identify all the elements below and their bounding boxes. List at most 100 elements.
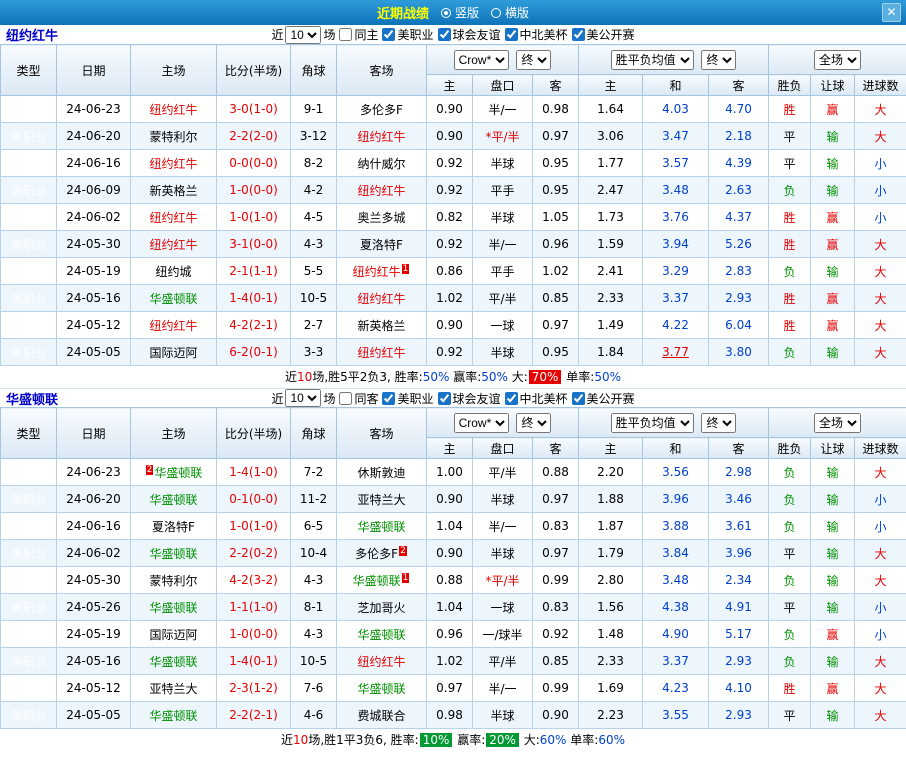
match-score: 2-1(1-1) (229, 264, 278, 278)
match-row: 美职业24-06-16纽约红牛0-0(0-0)8-2纳什威尔0.92半球0.95… (1, 150, 906, 177)
handicap-result-cell: 赢 (811, 204, 855, 231)
euro-final-select[interactable]: 终 (701, 413, 736, 433)
home-team-name: 夏洛特F (152, 520, 195, 534)
away-team-cell: 芝加哥火 (337, 594, 427, 621)
goals-cell: 大 (855, 567, 906, 594)
ah-line: 半球 (490, 493, 514, 507)
match-score: 2-3(1-2) (229, 681, 278, 695)
close-button[interactable]: ✕ (882, 3, 901, 22)
league-filter-mls[interactable]: 美职业 (380, 26, 433, 43)
full-match-select[interactable]: 全场 (814, 413, 861, 433)
eu-draw-odds-cell: 3.48 (643, 567, 709, 594)
match-date: 24-05-19 (66, 264, 120, 278)
away-team-cell: 华盛顿联1 (337, 567, 427, 594)
league-cell: 美职业 (1, 621, 57, 648)
us-open-cup-checkbox[interactable] (572, 28, 585, 41)
match-row: 美职业24-05-12纽约红牛4-2(2-1)2-7新英格兰0.90一球0.97… (1, 312, 906, 339)
eu-draw-odds: 3.96 (662, 492, 689, 506)
league-filter-us-open-cup[interactable]: 美公开赛 (570, 390, 635, 407)
eu-draw-odds-cell: 3.77 (643, 339, 709, 366)
home-team-cell: 蒙特利尔 (131, 123, 217, 150)
wdl-cell: 负 (769, 621, 811, 648)
wdl-cell: 负 (769, 648, 811, 675)
wdl-cell: 胜 (769, 675, 811, 702)
bookmaker-select[interactable]: Crow* (454, 413, 509, 433)
match-count-select[interactable]: 10 (285, 26, 321, 44)
league-filter-concacaf-cup[interactable]: 中北美杯 (503, 390, 568, 407)
ah-line-cell: 一球 (473, 312, 533, 339)
league-filter-us-open-cup[interactable]: 美公开赛 (570, 26, 635, 43)
eu-home-odds-cell: 2.47 (579, 177, 643, 204)
club-friendly-checkbox[interactable] (438, 392, 451, 405)
corner-score: 10-4 (300, 546, 327, 560)
near-label: 近 (271, 26, 283, 43)
same-venue-filter[interactable]: 同主 (337, 26, 378, 43)
eu-draw-odds: 3.47 (662, 129, 689, 143)
eu-draw-odds: 3.76 (662, 210, 689, 224)
eu-draw-odds: 3.48 (662, 573, 689, 587)
match-row: 美职业24-06-09新英格兰1-0(0-0)4-2纽约红牛0.92平手0.95… (1, 177, 906, 204)
euro-avg-select[interactable]: 胜平负均值 (611, 50, 694, 70)
ah-home-odds-cell: 0.86 (427, 258, 473, 285)
eu-draw-odds: 3.57 (662, 156, 689, 170)
score-cell: 2-1(1-1) (217, 258, 291, 285)
layout-horizontal-radio[interactable]: 横版 (491, 4, 529, 21)
league-cell: 美职业 (1, 123, 57, 150)
eu-away-odds-cell: 3.80 (709, 339, 769, 366)
summary-part: 赢率: (449, 370, 481, 384)
ah-home-odds-cell: 1.00 (427, 459, 473, 486)
league-filter-club-friendly[interactable]: 球会友谊 (436, 390, 501, 407)
home-team-cell: 纽约红牛 (131, 204, 217, 231)
eu-home-odds: 1.84 (597, 345, 624, 359)
euro-final-select[interactable]: 终 (701, 50, 736, 70)
full-match-select[interactable]: 全场 (814, 50, 861, 70)
away-team-cell: 华盛顿联 (337, 513, 427, 540)
eu-draw-odds: 3.88 (662, 519, 689, 533)
mls-checkbox[interactable] (382, 28, 395, 41)
same-venue-checkbox[interactable] (339, 28, 352, 41)
league-cell: 美职业 (1, 648, 57, 675)
layout-vertical-radio[interactable]: 竖版 (441, 4, 479, 21)
match-count-select[interactable]: 10 (285, 389, 321, 407)
eu-draw-odds-cell: 3.55 (643, 702, 709, 729)
mls-checkbox[interactable] (382, 392, 395, 405)
league-filter-mls[interactable]: 美职业 (380, 390, 433, 407)
euro-avg-select[interactable]: 胜平负均值 (611, 413, 694, 433)
ah-away-odds-cell: 0.98 (533, 96, 579, 123)
concacaf-cup-checkbox[interactable] (505, 392, 518, 405)
club-friendly-checkbox[interactable] (438, 28, 451, 41)
concacaf-cup-checkbox[interactable] (505, 28, 518, 41)
match-date: 24-06-23 (66, 465, 120, 479)
wdl-cell: 平 (769, 702, 811, 729)
handicap-result-cell: 输 (811, 177, 855, 204)
match-score: 0-1(0-0) (229, 492, 278, 506)
match-date: 24-05-12 (66, 318, 120, 332)
same-venue-label: 同客 (354, 390, 378, 407)
summary-part: 50% (481, 370, 508, 384)
us-open-cup-checkbox[interactable] (572, 392, 585, 405)
match-score: 6-2(0-1) (229, 345, 278, 359)
handicap-result: 输 (827, 466, 839, 480)
score-cell: 1-1(1-0) (217, 594, 291, 621)
ah-line-cell: 平/半 (473, 285, 533, 312)
league-filter-concacaf-cup[interactable]: 中北美杯 (503, 26, 568, 43)
asian-final-select[interactable]: 终 (516, 50, 551, 70)
col-ah-away: 客 (533, 438, 579, 459)
bookmaker-select[interactable]: Crow* (454, 50, 509, 70)
eu-away-odds: 4.70 (725, 102, 752, 116)
eu-home-odds: 2.80 (597, 573, 624, 587)
ah-home-odds: 0.92 (436, 345, 463, 359)
asian-final-select[interactable]: 终 (516, 413, 551, 433)
near-label: 近 (271, 390, 283, 407)
ah-home-odds-cell: 1.02 (427, 648, 473, 675)
league-filter-club-friendly[interactable]: 球会友谊 (436, 26, 501, 43)
ah-line: 平/半 (488, 292, 516, 306)
wdl-cell: 负 (769, 567, 811, 594)
ah-away-odds-cell: 0.95 (533, 339, 579, 366)
eu-draw-odds-cell: 3.47 (643, 123, 709, 150)
euro-odds-group: 胜平负均值 终 (579, 45, 769, 75)
wdl-result: 胜 (784, 319, 796, 333)
ah-home-odds: 0.92 (436, 183, 463, 197)
same-venue-checkbox[interactable] (339, 392, 352, 405)
same-venue-filter[interactable]: 同客 (337, 390, 378, 407)
